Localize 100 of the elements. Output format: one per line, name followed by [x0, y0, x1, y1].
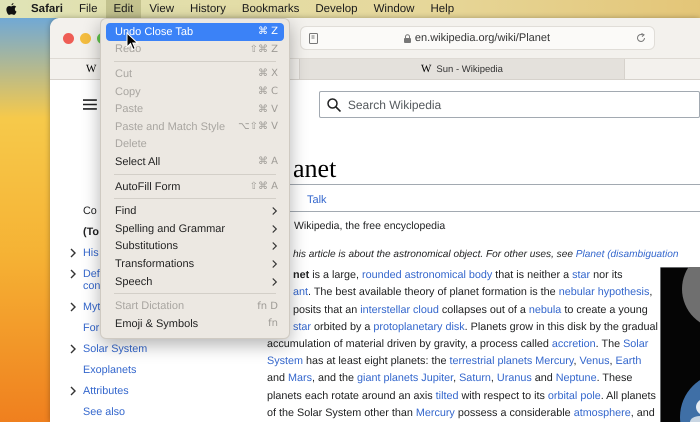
chevron-icon [271, 224, 278, 234]
article-text: with respect to its [460, 390, 546, 402]
chevron-icon[interactable] [69, 248, 77, 258]
article-link[interactable]: Venus [580, 355, 610, 368]
contents-link[interactable]: Solar System [83, 339, 148, 360]
article-link[interactable]: terrestrial planets [449, 355, 532, 368]
chevron-icon [271, 258, 278, 269]
article-text: , and the [312, 372, 356, 384]
article-link[interactable]: Solar [623, 338, 648, 350]
search-field[interactable]: Search Wikipedia [318, 91, 700, 118]
article-link[interactable]: ant [293, 286, 308, 298]
menu-title[interactable]: Edit [106, 0, 142, 18]
article-text: has at least eight planets: the [304, 355, 448, 368]
article-link[interactable]: interstellar cloud [360, 304, 439, 316]
article-text: . All planets [600, 390, 656, 402]
article-text: orbited by a [312, 320, 372, 333]
article-link[interactable]: Mercury [532, 355, 574, 368]
menu-title[interactable]: Develop [307, 0, 366, 18]
chevron-icon[interactable] [69, 344, 77, 354]
article-text: of the Solar System other than [267, 406, 414, 419]
contents-link[interactable]: Def con [83, 264, 100, 297]
chevron-icon[interactable] [69, 386, 77, 396]
article-link[interactable]: accretion [552, 338, 596, 350]
contents-link[interactable]: Exoplanets [83, 360, 136, 381]
article-link[interactable]: Mercury [416, 406, 455, 419]
menu-title[interactable]: View [141, 0, 182, 18]
menu-item[interactable]: AutoFill Form ⇧⌘ A [106, 178, 284, 196]
menu-item[interactable]: Select All ⌘ A [106, 153, 284, 171]
menu-title[interactable]: Safari [23, 0, 71, 18]
contents-link[interactable]: Attributes [83, 381, 129, 402]
article-text: planets each rotate around an axis [267, 390, 434, 402]
page-icon[interactable] [309, 32, 318, 44]
contents-link[interactable]: Myt [83, 297, 100, 318]
page-title: anet [293, 154, 336, 183]
menu-item[interactable]: Substitutions [106, 238, 284, 256]
article-text: net is a large, [293, 269, 360, 282]
article-link[interactable]: protoplanetary disk [373, 320, 465, 333]
menu-item[interactable]: Transformations [106, 255, 284, 273]
article-text: accumulation of material driven by gravity, a process called [267, 338, 550, 350]
chevron-icon[interactable] [69, 302, 77, 312]
article-text: , [453, 372, 458, 384]
contents-link[interactable]: For [83, 318, 100, 339]
article-text: that is neither a [494, 269, 570, 282]
article-link[interactable]: Uranus [496, 372, 532, 384]
article-link[interactable]: Earth [616, 355, 642, 368]
browser-tab[interactable]: W Sun - Wikipedia [300, 59, 625, 79]
article-link[interactable]: Jupiter [418, 372, 454, 384]
article-link[interactable]: tilted [436, 390, 458, 402]
chevron-icon [271, 241, 278, 252]
article-text: and [534, 372, 554, 384]
url-text: en.wikipedia.org/wiki/Planet [414, 32, 550, 44]
lock-icon [404, 34, 411, 42]
menu-item[interactable]: Emoji & Symbols fn [106, 314, 284, 332]
menu-title[interactable]: Window [366, 0, 422, 18]
article-link[interactable]: Neptune [556, 372, 597, 384]
wikipedia-favicon: W [86, 63, 96, 75]
apple-icon[interactable] [6, 2, 17, 16]
menu-title[interactable]: Help [422, 0, 462, 18]
article-text: , [574, 355, 578, 368]
article-text: . The [596, 338, 622, 350]
contents-heading: Co [83, 204, 97, 219]
article-link[interactable]: giant planets [357, 372, 418, 384]
chevron-icon[interactable] [69, 269, 77, 279]
article-link[interactable]: Saturn [459, 372, 491, 384]
address-field[interactable]: en.wikipedia.org/wiki/Planet [300, 26, 655, 50]
close-button[interactable] [63, 32, 74, 44]
article-text: , [610, 355, 614, 368]
article-link[interactable]: nebula [528, 304, 562, 316]
contents-link[interactable]: See also [83, 402, 126, 422]
article-text: , [649, 286, 652, 298]
article-text: collapses out of a [440, 304, 527, 316]
article-text: his article is about the astronomical object. For other uses, see [293, 249, 574, 260]
contents-link[interactable]: His [83, 243, 99, 264]
article-text: and [267, 372, 286, 384]
reload-icon[interactable] [636, 33, 646, 43]
article-text: . These [596, 372, 632, 384]
article-text: to create a young [563, 304, 648, 316]
tagline: Wikipedia, the free encyclopedia [294, 220, 446, 232]
contents-heading: (To [83, 225, 99, 240]
article-link[interactable]: nebular hypothesis [558, 286, 650, 298]
menu-title[interactable]: Bookmarks [234, 0, 308, 18]
menu-item[interactable]: Undo Close Tab ⌘ Z [106, 23, 284, 41]
article-link[interactable]: Mars [288, 372, 312, 384]
article-text: . Planets grow in this disk by the gradual [464, 320, 658, 333]
article-text: nor its [592, 269, 622, 282]
menu-title[interactable]: History [182, 0, 234, 18]
talk-tab[interactable]: Talk [307, 194, 327, 206]
article-link[interactable]: rounded astronomical body [362, 269, 492, 282]
article-link[interactable]: atmosphere [574, 406, 631, 419]
menu-item[interactable]: Speech [106, 272, 284, 290]
chevron-icon [271, 276, 278, 287]
article-link[interactable]: star [572, 269, 590, 282]
menu-icon[interactable] [83, 99, 97, 110]
article-link[interactable]: Planet (disambiguation [576, 249, 678, 260]
menu-item[interactable]: Find [106, 202, 284, 220]
article-link[interactable]: orbital pole [548, 390, 601, 402]
article-link[interactable]: star [293, 320, 311, 333]
article-link[interactable]: System [267, 355, 303, 368]
menu-item[interactable]: Spelling and Grammar [106, 220, 284, 238]
menu-title[interactable]: File [70, 0, 106, 18]
